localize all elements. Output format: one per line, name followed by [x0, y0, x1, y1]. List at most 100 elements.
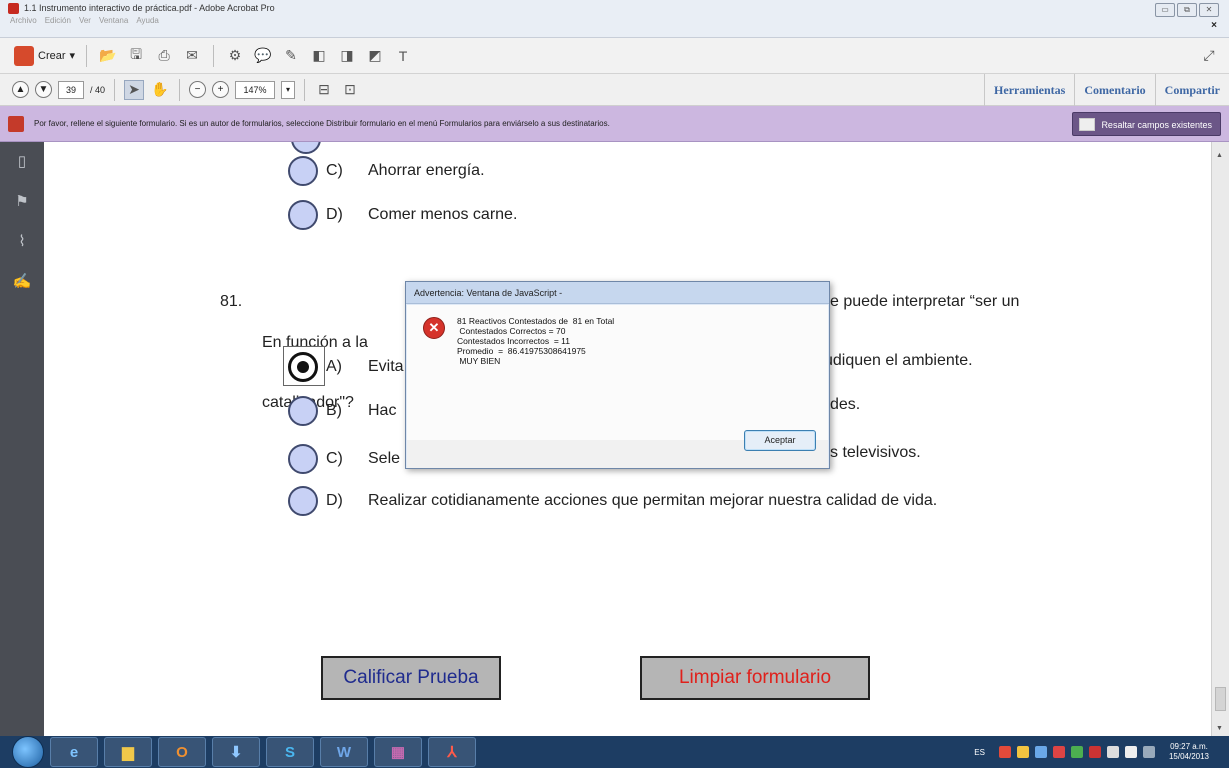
highlight-fields-label: Resaltar campos existentes	[1101, 120, 1212, 130]
email-icon[interactable]: ✉	[182, 46, 202, 66]
question-number: 81.	[220, 293, 243, 310]
dialog-message: 81 Reactivos Contestados de 81 en Total …	[457, 316, 614, 366]
notification-text: Por favor, rellene el siguiente formular…	[34, 119, 610, 128]
fit-page-icon[interactable]: ⊟	[314, 80, 334, 100]
tray-icon[interactable]	[1016, 746, 1029, 758]
tray-icon[interactable]	[1070, 746, 1083, 758]
scroll-down-icon[interactable]: ▼	[1216, 725, 1223, 732]
option-b-tail: des.	[830, 396, 860, 414]
page-number-input[interactable]: 39	[58, 80, 84, 99]
signature-icon[interactable]: ✍	[0, 262, 44, 302]
option-text: Sele	[368, 450, 401, 467]
question-text-right: se puede interpretar “ser un	[822, 293, 1020, 310]
highlight-icon[interactable]: ✎	[281, 46, 301, 66]
option-b: B) Hac	[288, 396, 396, 426]
radio-button[interactable]	[288, 200, 318, 230]
tray-icon[interactable]	[998, 746, 1011, 758]
settings-gear-icon[interactable]: ⚙	[225, 46, 245, 66]
hand-tool-icon[interactable]: ✋	[150, 80, 170, 100]
pages-icon[interactable]: ▯	[0, 142, 44, 182]
maximize-button[interactable]: ⧉	[1177, 3, 1197, 17]
export-pdf-icon[interactable]: ◧	[309, 46, 329, 66]
language-indicator[interactable]: ES	[974, 748, 985, 757]
close-button[interactable]: ✕	[1199, 3, 1219, 17]
accept-button[interactable]: Aceptar	[744, 430, 816, 451]
radio-button[interactable]	[288, 486, 318, 516]
acrobat-app-icon	[8, 3, 19, 14]
clock[interactable]: 09:27 a.m. 15/04/2013	[1169, 742, 1209, 762]
zoom-in-button[interactable]: +	[212, 81, 230, 98]
grade-test-button[interactable]: Calificar Prueba	[321, 656, 501, 700]
combine-pdf-icon[interactable]: ◨	[337, 46, 357, 66]
option-text-tail: udiquen el ambiente.	[824, 352, 973, 369]
vertical-scrollbar[interactable]: ▲ ▼	[1211, 142, 1229, 736]
scroll-up-icon[interactable]: ▲	[1216, 152, 1223, 159]
navigation-toolbar: ▲ ▼ 39 / 40 ➤ ✋ − + 147% ▾ ⊟ ⊡ Herramien…	[0, 74, 1229, 106]
create-icon	[14, 45, 34, 66]
open-folder-icon[interactable]: 📂	[98, 46, 118, 66]
comment-icon[interactable]: 💬	[253, 46, 273, 66]
download-icon[interactable]: ⬇	[212, 737, 260, 767]
print-icon[interactable]: ⎙	[154, 46, 174, 66]
tab-herramientas[interactable]: Herramientas	[984, 74, 1074, 106]
ie-icon[interactable]: e	[50, 737, 98, 767]
page-total: / 40	[90, 84, 106, 95]
prev-option-c: C) Ahorrar energía.	[288, 156, 485, 186]
flag-icon[interactable]	[1124, 746, 1137, 758]
tray-icon[interactable]	[1088, 746, 1101, 758]
start-button[interactable]	[12, 736, 44, 768]
page-down-button[interactable]: ▼	[35, 81, 52, 98]
tray-icon[interactable]	[1106, 746, 1119, 758]
tab-comentario[interactable]: Comentario	[1074, 74, 1154, 106]
scrollbar-thumb[interactable]	[1215, 687, 1226, 711]
option-a: A) Evita	[288, 352, 404, 382]
menu-ventana[interactable]: Ventana	[99, 16, 128, 25]
option-a-tail: udiquen el ambiente.	[824, 352, 973, 370]
clock-date: 15/04/2013	[1168, 752, 1209, 761]
skype-icon[interactable]: S	[266, 737, 314, 767]
zoom-dropdown[interactable]: ▾	[281, 80, 296, 99]
word-icon[interactable]: W	[320, 737, 368, 767]
menu-archivo[interactable]: Archivo	[10, 16, 37, 25]
network-icon[interactable]	[1142, 746, 1155, 758]
explorer-icon[interactable]: ▆	[104, 737, 152, 767]
document-close-icon[interactable]: ×	[1211, 20, 1217, 31]
acrobat-icon[interactable]: ⅄	[428, 737, 476, 767]
radio-button[interactable]	[288, 396, 318, 426]
fullscreen-icon[interactable]: ⊡	[340, 80, 360, 100]
tray-icon[interactable]	[1052, 746, 1065, 758]
window-titlebar: 1.1 Instrumento interactivo de práctica.…	[0, 0, 1229, 38]
sign-pdf-icon[interactable]: ◩	[365, 46, 385, 66]
main-toolbar: Crear ▾ 📂 🖫 ⎙ ✉ ⚙ 💬 ✎ ◧ ◨ ◩ T ⤢	[0, 38, 1229, 74]
tab-compartir[interactable]: Compartir	[1154, 74, 1229, 106]
winrar-icon[interactable]: ▦	[374, 737, 422, 767]
create-button[interactable]: Crear ▾	[14, 45, 75, 66]
text-edit-icon[interactable]: T	[393, 46, 413, 66]
menu-edicion[interactable]: Edición	[45, 16, 71, 25]
dialog-title: Advertencia: Ventana de JavaScript -	[406, 282, 829, 304]
page-up-button[interactable]: ▲	[12, 81, 29, 98]
radio-button-selected[interactable]	[288, 352, 318, 382]
menu-ver[interactable]: Ver	[79, 16, 91, 25]
option-text-tail: des.	[830, 396, 861, 413]
bookmark-icon[interactable]: ⚑	[0, 182, 44, 222]
save-icon[interactable]: 🖫	[126, 46, 146, 66]
divider	[114, 78, 116, 101]
radio-button[interactable]	[288, 444, 318, 474]
attachment-icon[interactable]: ⌇	[0, 222, 44, 262]
tray-icon[interactable]	[1034, 746, 1047, 758]
radio-button[interactable]	[288, 156, 318, 186]
zoom-out-button[interactable]: −	[189, 81, 207, 98]
radio-partial[interactable]	[291, 142, 321, 154]
window-controls: ▭ ⧉ ✕	[1155, 3, 1219, 17]
expand-icon[interactable]: ⤢	[1199, 46, 1219, 66]
option-letter: C)	[326, 450, 343, 467]
outlook-icon[interactable]: O	[158, 737, 206, 767]
menu-ayuda[interactable]: Ayuda	[136, 16, 159, 25]
clear-form-button[interactable]: Limpiar formulario	[640, 656, 870, 700]
message-line: Promedio = 86.41975308641975	[457, 346, 586, 356]
minimize-button[interactable]: ▭	[1155, 3, 1175, 17]
zoom-level-input[interactable]: 147%	[235, 80, 276, 99]
select-cursor-icon[interactable]: ➤	[124, 79, 145, 100]
highlight-fields-button[interactable]: Resaltar campos existentes	[1072, 112, 1221, 136]
